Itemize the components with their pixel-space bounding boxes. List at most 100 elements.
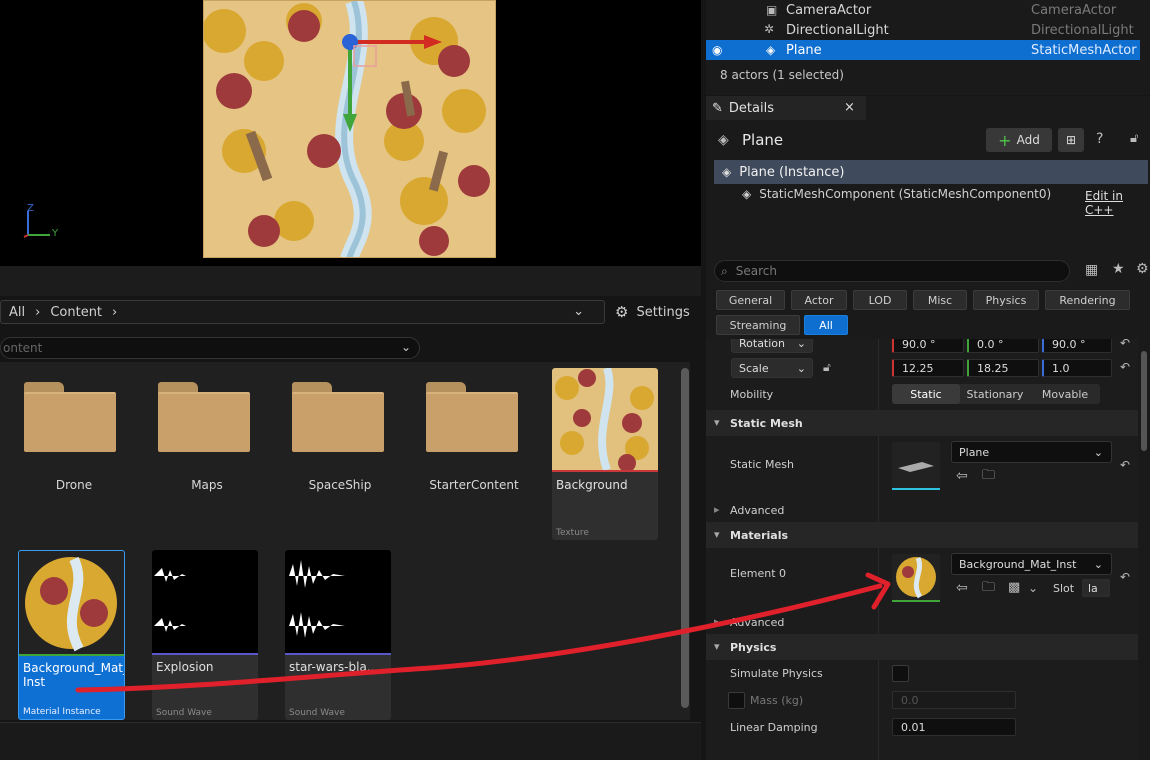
material-thumbnail[interactable] xyxy=(892,554,940,602)
breadcrumb-all[interactable]: All xyxy=(9,305,25,320)
outliner-row-selected[interactable]: ◉ ◈ Plane StaticMeshActor xyxy=(706,40,1140,60)
mobility-static[interactable]: Static xyxy=(892,384,960,404)
scale-mode-dropdown[interactable]: Scale ⌄ xyxy=(731,358,813,378)
folder-icon[interactable] xyxy=(24,382,116,452)
filter-all[interactable]: All xyxy=(804,315,848,335)
filter-lod[interactable]: LOD xyxy=(853,290,907,310)
folder-icon[interactable] xyxy=(426,382,518,452)
folder-search-icon[interactable]: 🗀 xyxy=(982,469,995,482)
mobility-toggle[interactable]: Static Stationary Movable xyxy=(892,384,1100,404)
folder-icon[interactable] xyxy=(292,382,384,452)
tab-details[interactable]: ✎ Details × xyxy=(706,96,866,120)
rotation-z-field[interactable]: 90.0 ° xyxy=(1042,339,1112,353)
star-icon[interactable]: ★ xyxy=(1112,262,1125,276)
section-label: Materials xyxy=(730,528,789,542)
mobility-movable[interactable]: Movable xyxy=(1030,384,1100,404)
static-mesh-thumbnail[interactable] xyxy=(892,442,940,490)
component-instance-row[interactable]: ◈ Plane (Instance) xyxy=(714,160,1148,184)
chevron-down-icon: ⌄ xyxy=(400,340,411,354)
scale-z-field[interactable]: 1.0 xyxy=(1042,359,1112,377)
scale-y-field[interactable]: 18.25 xyxy=(967,359,1039,377)
pencil-icon: ✎ xyxy=(712,100,723,116)
outliner-row[interactable]: ✲ DirectionalLight DirectionalLight xyxy=(706,20,1140,40)
section-static-mesh[interactable]: ▾ Static Mesh xyxy=(706,410,1138,436)
asset-tile-explosion[interactable]: Explosion Sound Wave xyxy=(152,550,258,720)
reset-icon[interactable]: ↶ xyxy=(1120,459,1130,471)
filter-streaming[interactable]: Streaming xyxy=(716,315,800,335)
reset-icon[interactable]: ↶ xyxy=(1120,361,1130,373)
world-outliner[interactable]: ▣ CameraActor CameraActor ✲ DirectionalL… xyxy=(706,0,1150,95)
mass-override-checkbox[interactable] xyxy=(728,692,745,709)
reset-icon[interactable]: ↶ xyxy=(1120,571,1130,583)
outliner-status: 8 actors (1 selected) xyxy=(720,68,844,82)
axis-y-label: Y xyxy=(52,228,59,239)
chevron-right-icon: ▸ xyxy=(714,615,720,628)
folder-search-icon[interactable]: 🗀 xyxy=(982,581,995,594)
section-materials[interactable]: ▾ Materials xyxy=(706,522,1138,548)
lock-icon[interactable]: 🔓︎ xyxy=(823,361,831,373)
asset-name: Background xyxy=(556,478,628,492)
tab-label: Details xyxy=(728,100,774,116)
browse-back-icon[interactable]: ⇦ xyxy=(956,469,968,483)
filter-physics[interactable]: Physics xyxy=(973,290,1039,310)
checker-icon[interactable]: ▩ xyxy=(1008,581,1020,594)
add-component-button[interactable]: + Add xyxy=(986,128,1052,152)
simulate-physics-checkbox[interactable] xyxy=(892,665,909,682)
rotation-y-field[interactable]: 0.0 ° xyxy=(967,339,1039,353)
static-mesh-component-row[interactable]: ◈ StaticMeshComponent (StaticMeshCompone… xyxy=(742,187,1051,201)
details-panel[interactable]: ✎ Details × ◈ Plane + Add ⊞ ? 🔓︎ ◈ Plane… xyxy=(706,96,1150,760)
scale-x-field[interactable]: 12.25 xyxy=(892,359,964,377)
folder-name[interactable]: SpaceShip xyxy=(280,478,400,492)
filter-actor[interactable]: Actor xyxy=(791,290,847,310)
chevron-down-icon[interactable]: ⌄ xyxy=(573,304,584,319)
settings-button[interactable]: ⚙ Settings xyxy=(615,300,701,324)
mobility-stationary[interactable]: Stationary xyxy=(960,384,1030,404)
static-mesh-value: Plane xyxy=(959,445,990,459)
asset-grid[interactable]: Drone Maps SpaceShip StarterContent Back… xyxy=(0,362,690,720)
chevron-down-icon: ⌄ xyxy=(796,361,806,375)
close-icon[interactable]: × xyxy=(844,100,855,115)
filter-misc[interactable]: Misc xyxy=(913,290,967,310)
breadcrumb[interactable]: All › Content › ⌄ xyxy=(0,300,605,324)
slot-field[interactable]: la xyxy=(1082,579,1110,597)
filter-general[interactable]: General xyxy=(716,290,785,310)
material-dropdown[interactable]: Background_Mat_Inst ⌄ xyxy=(951,553,1112,575)
advanced-expander[interactable]: ▸ Advanced xyxy=(706,497,1138,523)
advanced-expander-materials[interactable]: ▸ Advanced xyxy=(706,609,1138,635)
eye-icon[interactable]: ◉ xyxy=(712,44,722,56)
folder-name[interactable]: Drone xyxy=(14,478,134,492)
folder-name[interactable]: Maps xyxy=(147,478,267,492)
browse-back-icon[interactable]: ⇦ xyxy=(956,581,968,595)
chevron-down-icon[interactable]: ⌄ xyxy=(1028,582,1038,594)
lock-icon[interactable]: 🔓︎ xyxy=(1130,132,1138,145)
details-scrollbar[interactable] xyxy=(1141,351,1147,451)
asset-tile-background[interactable]: Background Texture xyxy=(552,368,658,540)
rotation-x-field[interactable]: 90.0 ° xyxy=(892,339,964,353)
search-field[interactable]: ⌕ Search xyxy=(714,260,1070,282)
table-icon[interactable]: ▦ xyxy=(1085,263,1098,277)
properties-list[interactable]: Rotation ⌄ 90.0 ° 0.0 ° 90.0 ° ↶ Scale ⌄… xyxy=(706,339,1138,760)
background-plane-preview[interactable] xyxy=(203,0,496,258)
gear-icon[interactable]: ⚙ xyxy=(1136,262,1149,276)
blueprint-button[interactable]: ⊞ xyxy=(1058,128,1084,152)
asset-tile-background-mat-inst[interactable]: Background_Mat_ Inst Material Instance xyxy=(18,550,125,720)
static-mesh-dropdown[interactable]: Plane ⌄ xyxy=(951,441,1112,463)
linear-damping-field[interactable]: 0.01 xyxy=(892,718,1016,736)
folder-name[interactable]: StarterContent xyxy=(414,478,534,492)
asset-grid-scrollbar[interactable] xyxy=(681,368,689,708)
edit-in-cpp-link[interactable]: Edit in C++ xyxy=(1085,189,1150,217)
filter-rendering[interactable]: Rendering xyxy=(1045,290,1130,310)
level-viewport[interactable]: Z Y xyxy=(0,0,701,266)
help-icon[interactable]: ? xyxy=(1096,132,1103,146)
transform-gizmo[interactable] xyxy=(324,26,444,146)
material-value: Background_Mat_Inst xyxy=(959,557,1077,571)
actor-type: DirectionalLight xyxy=(1031,22,1134,38)
reset-icon[interactable]: ↶ xyxy=(1120,339,1130,349)
outliner-row[interactable]: ▣ CameraActor CameraActor xyxy=(706,0,1140,20)
rotation-mode-dropdown[interactable]: Rotation ⌄ xyxy=(731,339,813,353)
breadcrumb-content[interactable]: Content xyxy=(50,305,102,320)
folder-icon[interactable] xyxy=(158,382,250,452)
path-dropdown[interactable]: ontent ⌄ xyxy=(0,337,420,359)
asset-tile-star-wars[interactable]: star-wars-bla... Sound Wave xyxy=(285,550,391,720)
section-physics[interactable]: ▾ Physics xyxy=(706,634,1138,660)
